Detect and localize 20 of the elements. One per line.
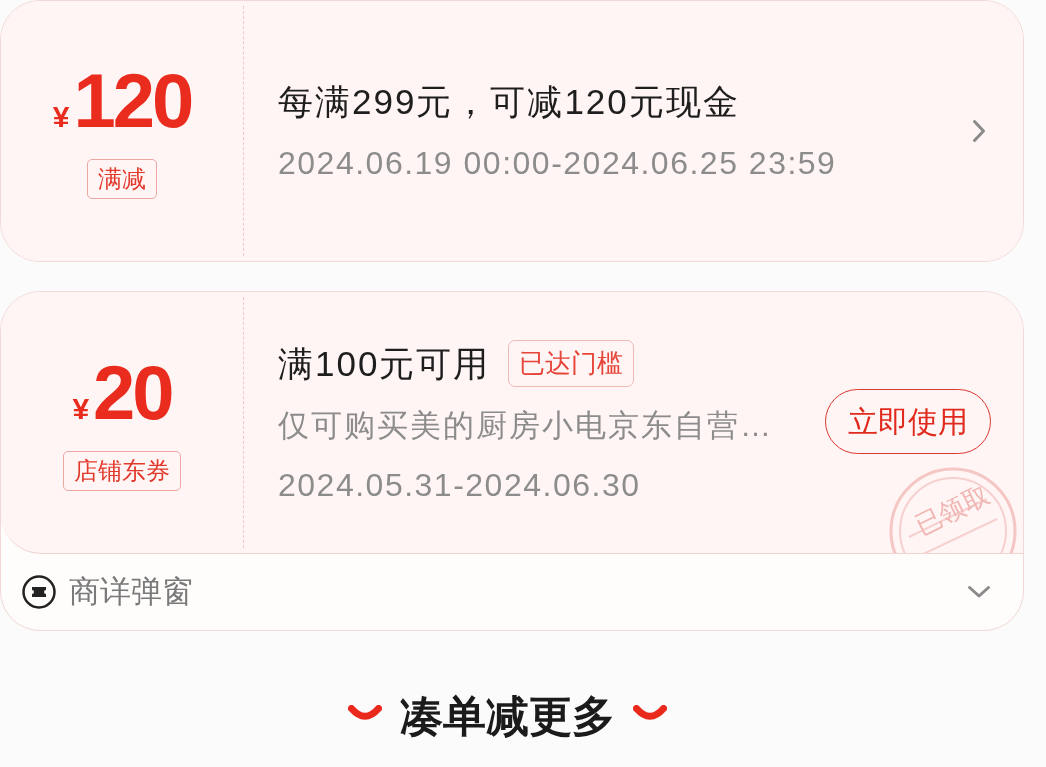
validity-period: 2024.06.19 00:00-2024.06.25 23:59	[278, 143, 837, 183]
arc-icon	[347, 705, 382, 723]
stamp-text: 已领取	[910, 479, 994, 541]
section-heading: 凑单减更多	[399, 691, 615, 742]
currency-symbol: ¥	[52, 102, 70, 132]
details-label[interactable]: 商详弹窗	[69, 571, 193, 613]
ticket-icon	[22, 575, 56, 609]
arc-icon	[632, 705, 667, 723]
coupon-type-tag: 店铺东券	[63, 450, 181, 491]
validity-period: 2024.05.31-2024.06.30	[278, 466, 641, 505]
coupon-type-tag: 满减	[87, 159, 157, 199]
coupon-amount: 120	[73, 63, 192, 139]
chevron-down-icon[interactable]	[967, 585, 991, 599]
coupon-title: 每满299元，可减120元现金	[278, 80, 740, 123]
currency-symbol: ¥	[72, 393, 90, 424]
threshold-badge: 已达门槛	[508, 340, 635, 387]
coupon-title: 满100元可用	[278, 342, 491, 385]
coupon-scope-text: 仅可购买美的厨房小电京东自营…	[278, 407, 773, 445]
chevron-right-icon[interactable]	[972, 119, 986, 143]
coupon-amount: 20	[93, 354, 172, 431]
